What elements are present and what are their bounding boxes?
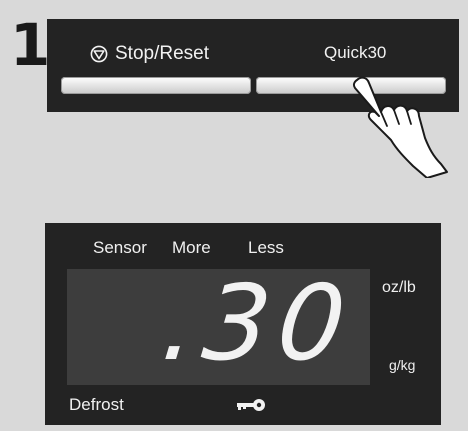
more-label: More bbox=[172, 238, 211, 257]
stop-icon bbox=[90, 45, 108, 63]
step-number: 1 bbox=[10, 11, 51, 79]
stop-reset-label: Stop/Reset bbox=[115, 43, 209, 64]
time-readout: .30 bbox=[156, 262, 359, 384]
display-screen: .30 bbox=[67, 262, 370, 385]
pointing-hand-icon bbox=[352, 76, 448, 178]
defrost-label: Defrost bbox=[69, 395, 124, 414]
sensor-label: Sensor bbox=[93, 238, 147, 257]
key-icon bbox=[237, 399, 265, 411]
less-label: Less bbox=[248, 238, 284, 257]
stop-reset-button[interactable] bbox=[61, 77, 251, 94]
quick30-label: Quick30 bbox=[324, 43, 387, 62]
unit-g-kg-label: g/kg bbox=[389, 357, 416, 373]
microwave-display: Sensor More Less .30 oz/lb g/kg Defrost bbox=[45, 223, 441, 425]
unit-oz-lb-label: oz/lb bbox=[382, 279, 416, 296]
stop-reset-label-group: Stop/Reset bbox=[90, 43, 209, 65]
